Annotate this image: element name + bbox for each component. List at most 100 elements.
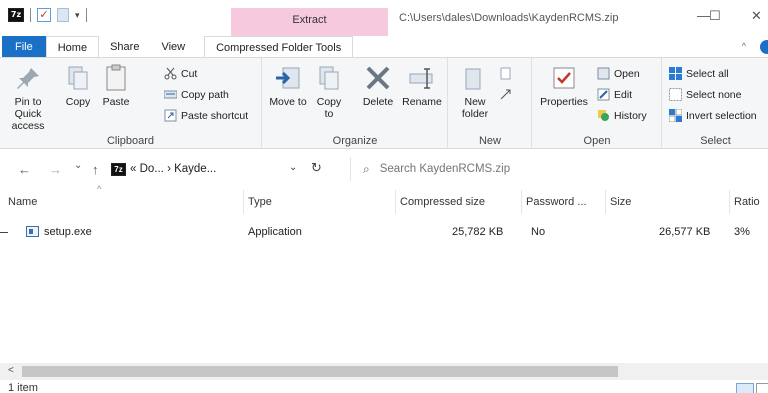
open-group: Properties Open Edit History Open	[533, 58, 662, 150]
select-all-button[interactable]: Select all	[669, 67, 729, 80]
address-dropdown-icon[interactable]: ⌄	[289, 162, 297, 173]
help-icon[interactable]	[760, 40, 768, 54]
select-none-button[interactable]: Select none	[669, 88, 741, 101]
organize-group: Move to Copy to Delete Rename Organize	[263, 58, 448, 150]
table-row[interactable]: setup.exe Application 25,782 KB No 26,57…	[0, 222, 768, 242]
history-icon	[598, 110, 609, 121]
tab-file[interactable]: File	[2, 36, 46, 58]
delete-button[interactable]: Delete	[359, 64, 397, 108]
new-folder-qat-icon[interactable]	[57, 8, 69, 22]
move-to-button[interactable]: Move to	[269, 64, 307, 108]
collapse-ribbon-icon[interactable]: ^	[742, 41, 746, 51]
easy-access-button[interactable]	[499, 88, 512, 101]
open-icon	[597, 67, 610, 80]
ribbon-tabs: File Home Share View Compressed Folder T…	[0, 36, 768, 58]
qat-separator-2	[85, 8, 87, 22]
open-button[interactable]: Open	[597, 67, 640, 80]
new-folder-label: New folder	[461, 96, 489, 120]
horizontal-scrollbar[interactable]: <	[0, 363, 768, 380]
paste-shortcut-button[interactable]: Paste shortcut	[164, 109, 248, 122]
scrollbar-thumb[interactable]	[22, 366, 618, 377]
qat-dropdown-icon[interactable]: ▾	[75, 10, 80, 21]
large-icons-view-button[interactable]	[756, 383, 768, 393]
paste-button[interactable]: Paste	[98, 64, 134, 108]
select-none-icon	[669, 88, 682, 101]
7zip-app-icon: 7z	[8, 8, 24, 22]
rename-button[interactable]: Rename	[401, 64, 443, 108]
breadcrumb[interactable]: « Do... › Kayde...	[130, 163, 216, 175]
column-name[interactable]: Name	[4, 190, 244, 214]
file-type: Application	[248, 226, 302, 238]
search-box[interactable]: ⌕	[350, 157, 768, 181]
details-view-button[interactable]	[736, 383, 754, 393]
file-ratio: 3%	[734, 226, 750, 238]
column-ratio[interactable]: Ratio	[730, 190, 768, 214]
move-to-icon	[273, 64, 303, 92]
new-folder-icon	[460, 64, 490, 92]
tab-home[interactable]: Home	[45, 36, 100, 58]
copy-to-label: Copy to	[316, 96, 342, 120]
copy-path-button[interactable]: Copy path	[164, 88, 229, 101]
column-size[interactable]: Size	[606, 190, 730, 214]
column-header-row: ^ Name Type Compressed size Password ...…	[0, 184, 768, 214]
copy-button[interactable]: Copy	[60, 64, 96, 108]
extract-context-tab[interactable]: Extract	[231, 8, 388, 36]
cut-button[interactable]: Cut	[164, 67, 197, 80]
easy-access-icon	[500, 89, 511, 100]
paste-shortcut-icon	[164, 109, 177, 122]
tab-compressed-folder-tools[interactable]: Compressed Folder Tools	[204, 36, 354, 58]
pin-label: Pin to Quick access	[11, 96, 45, 132]
new-item-icon	[500, 67, 511, 80]
up-button[interactable]: ↑	[92, 162, 99, 177]
open-group-label: Open	[583, 135, 611, 147]
file-size: 26,577 KB	[659, 226, 711, 238]
properties-label: Properties	[540, 96, 588, 108]
refresh-icon[interactable]: ↻	[311, 160, 322, 176]
delete-icon	[363, 64, 393, 92]
tab-view[interactable]: View	[150, 36, 196, 58]
copy-label: Copy	[65, 96, 91, 108]
column-compressed-size[interactable]: Compressed size	[396, 190, 522, 214]
tab-share[interactable]: Share	[99, 36, 150, 58]
edit-icon	[597, 88, 610, 101]
scroll-left-icon[interactable]: <	[8, 365, 14, 376]
paste-shortcut-label: Paste shortcut	[181, 109, 249, 122]
select-group: Select all Select none Invert selection …	[663, 58, 768, 150]
copy-to-icon	[314, 64, 344, 92]
properties-button[interactable]: Properties	[537, 64, 591, 108]
new-item-button[interactable]	[499, 67, 512, 80]
maximize-icon[interactable]: ☐	[709, 8, 721, 24]
select-all-icon	[669, 67, 682, 80]
recent-locations-button[interactable]: ⌄	[74, 160, 82, 171]
new-folder-button[interactable]: New folder	[455, 64, 495, 120]
application-icon	[26, 226, 39, 237]
properties-icon	[549, 64, 579, 92]
history-button[interactable]: History	[597, 109, 647, 122]
select-group-label: Select	[700, 135, 731, 147]
pin-to-quick-access-button[interactable]: Pin to Quick access	[0, 64, 56, 132]
edit-label: Edit	[614, 88, 633, 101]
new-group-label: New	[478, 135, 501, 147]
zip-folder-icon: 7z	[111, 162, 126, 176]
invert-selection-label: Invert selection	[686, 109, 757, 122]
copy-to-button[interactable]: Copy to	[311, 64, 347, 120]
forward-button[interactable]: →	[49, 162, 62, 177]
extract-tab-label: Extract	[292, 14, 327, 26]
close-button[interactable]: ✕	[751, 8, 762, 24]
new-group: New folder New	[449, 58, 532, 150]
rename-label: Rename	[402, 96, 442, 108]
column-password[interactable]: Password ...	[522, 190, 606, 214]
search-icon: ⌕	[363, 161, 370, 176]
file-name: setup.exe	[44, 226, 92, 238]
back-button[interactable]: ←	[18, 162, 31, 177]
edit-button[interactable]: Edit	[597, 88, 632, 101]
properties-qat-icon[interactable]: ✓	[37, 8, 51, 22]
address-bar[interactable]: 7z « Do... › Kayde... ⌄ ↻	[111, 157, 339, 181]
search-input[interactable]	[379, 163, 680, 175]
invert-selection-button[interactable]: Invert selection	[669, 109, 757, 122]
pin-icon	[13, 64, 43, 92]
item-count: 1 item	[8, 382, 38, 393]
column-type[interactable]: Type	[244, 190, 396, 214]
scissors-icon	[164, 67, 177, 80]
status-bar: 1 item	[0, 380, 768, 393]
